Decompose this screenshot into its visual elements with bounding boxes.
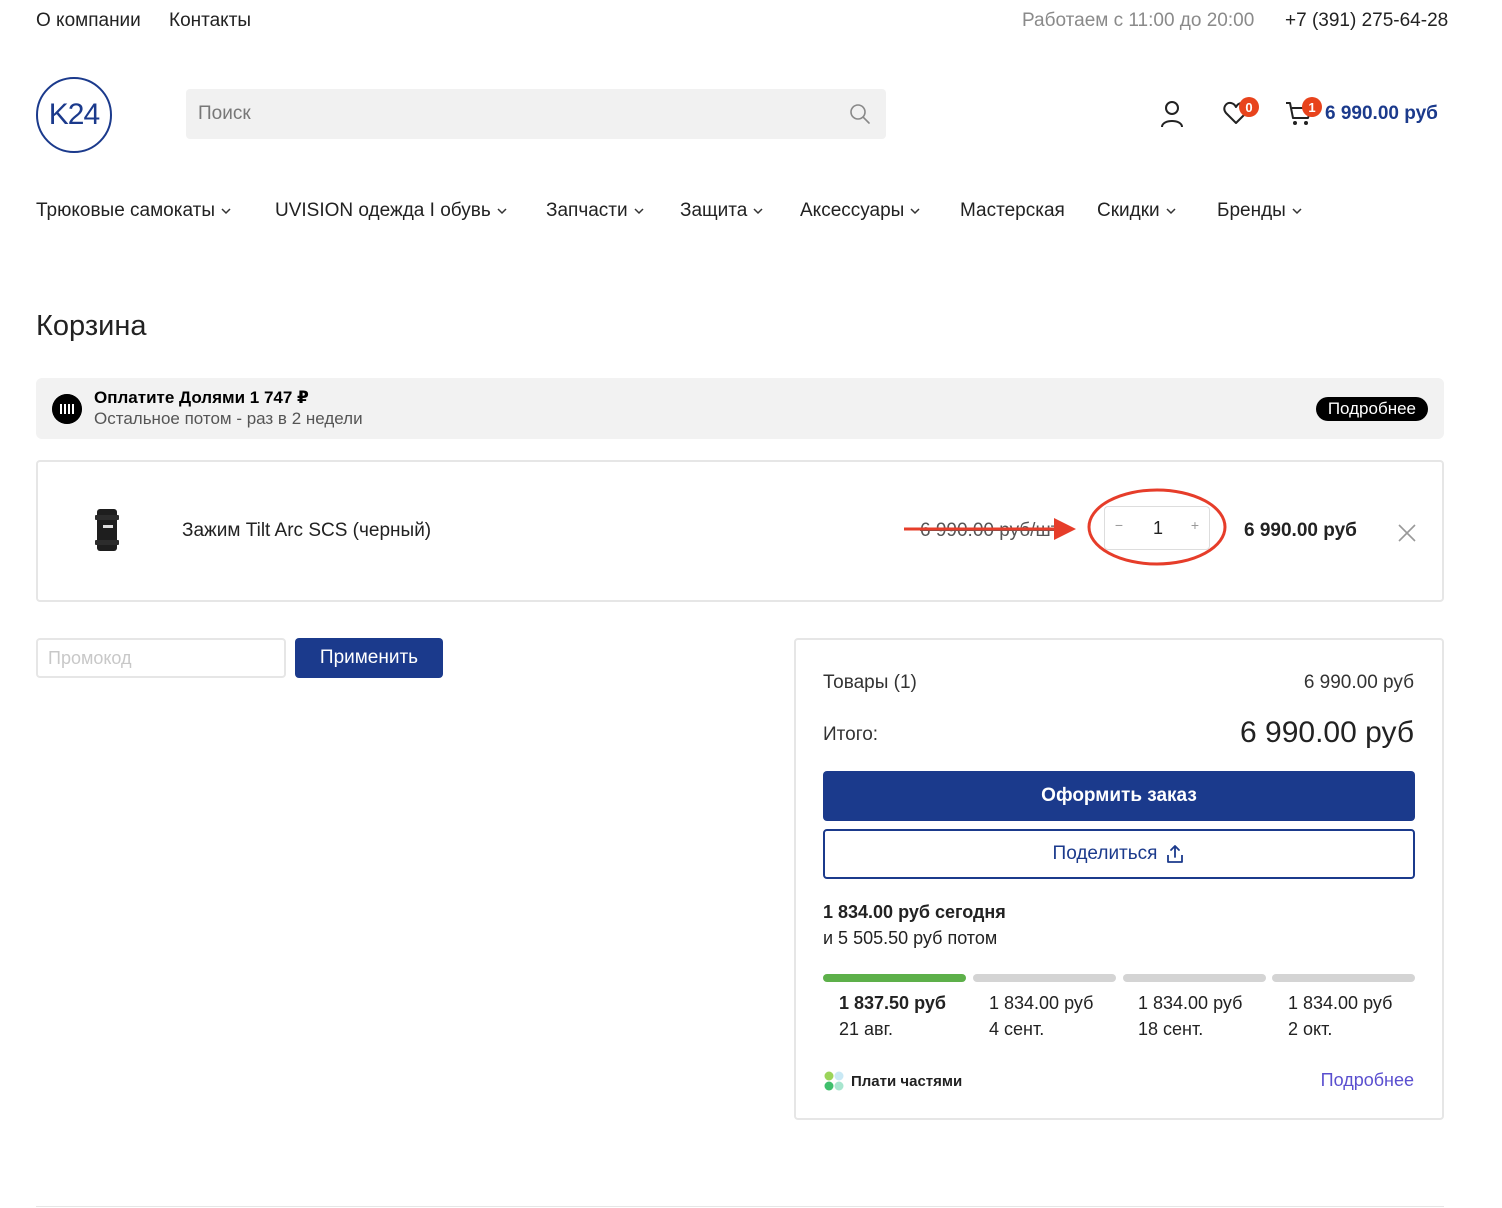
goods-value: 6 990.00 руб [1303, 672, 1414, 693]
search-input[interactable] [186, 89, 826, 139]
menu-item-protection[interactable]: Защита [680, 200, 763, 222]
installment-amount-3: 1 834.00 руб [1138, 993, 1243, 1013]
quantity-decrease-button[interactable]: − [1109, 517, 1129, 533]
chevron-down-icon [1292, 208, 1302, 215]
checkout-button[interactable]: Оформить заказ [823, 771, 1415, 821]
search-icon[interactable] [848, 102, 872, 126]
cart-badge: 1 [1302, 97, 1322, 117]
installment-amount-4: 1 834.00 руб [1288, 993, 1393, 1013]
installment-date-1: 21 авг. [839, 1019, 893, 1039]
menu-item-brands[interactable]: Бренды [1217, 200, 1302, 222]
menu-item-label: Бренды [1217, 200, 1286, 221]
plati-chastyami-label: Плати частями [851, 1072, 963, 1090]
chevron-down-icon [910, 208, 920, 215]
dolyami-logo-icon [52, 394, 82, 424]
installment-bar-2 [973, 974, 1116, 982]
chevron-down-icon [634, 208, 644, 215]
plati-chastyami-logo-icon [824, 1071, 844, 1091]
menu-item-accessories[interactable]: Аксессуары [800, 200, 920, 222]
dolyami-subtitle: Остальное потом - раз в 2 недели [94, 409, 363, 428]
contacts-link[interactable]: Контакты [169, 10, 251, 32]
menu-item-label: Аксессуары [800, 200, 905, 221]
installment-amount-2: 1 834.00 руб [989, 993, 1094, 1013]
cart-total[interactable]: 6 990.00 руб [1325, 103, 1438, 125]
page-title: Корзина [36, 310, 147, 342]
pay-later: и 5 505.50 руб потом [823, 928, 998, 948]
total-label: Итого: [823, 724, 879, 745]
chevron-down-icon [497, 208, 507, 215]
menu-item-label: Трюковые самокаты [36, 200, 215, 221]
menu-item-parts[interactable]: Запчасти [546, 200, 644, 222]
cart-item: Зажим Tilt Arc SCS (черный) 6 990.00 руб… [36, 460, 1444, 602]
installment-amount-1: 1 837.50 руб [839, 993, 946, 1013]
share-button-label: Поделиться [1052, 843, 1158, 864]
menu-item-discounts[interactable]: Скидки [1097, 200, 1176, 222]
chevron-down-icon [221, 208, 231, 215]
menu-item-label: Мастерская [960, 200, 1065, 221]
share-icon [1167, 845, 1184, 863]
working-hours: Работаем с 11:00 до 20:00 [1022, 10, 1255, 31]
plati-chastyami: Плати частями [823, 1070, 962, 1092]
goods-label: Товары (1) [823, 672, 917, 693]
order-summary: Товары (1) 6 990.00 руб Итого: 6 990.00 … [794, 638, 1444, 1120]
menu-item-label: Скидки [1097, 200, 1160, 221]
promo-code-input[interactable] [36, 638, 286, 678]
quantity-increase-button[interactable]: + [1185, 517, 1205, 533]
dolyami-more-button[interactable]: Подробнее [1315, 397, 1428, 421]
pay-today: 1 834.00 руб сегодня [823, 902, 1006, 922]
product-thumbnail[interactable] [93, 507, 121, 553]
phone-link[interactable]: +7 (391) 275-64-28 [1285, 10, 1448, 32]
footer-divider [36, 1206, 1444, 1207]
menu-item-uvision[interactable]: UVISION одежда I обувь [275, 200, 507, 222]
quantity-stepper: − 1 + [1104, 506, 1210, 550]
share-button[interactable]: Поделиться [823, 829, 1415, 879]
remove-item-icon[interactable] [1396, 522, 1418, 544]
logo[interactable]: K24 [36, 77, 112, 153]
total-value: 6 990.00 руб [1240, 716, 1414, 749]
menu-item-workshop[interactable]: Мастерская [960, 200, 1065, 222]
dolyami-banner: Оплатите Долями 1 747 ₽ Остальное потом … [36, 378, 1444, 439]
dolyami-title: Оплатите Долями 1 747 ₽ [94, 388, 309, 407]
product-name[interactable]: Зажим Tilt Arc SCS (черный) [182, 520, 431, 542]
installment-bar-1 [823, 974, 966, 982]
menu-item-label: UVISION одежда I обувь [275, 200, 491, 221]
menu-item-label: Защита [680, 200, 748, 221]
installment-date-3: 18 сент. [1138, 1019, 1204, 1039]
installments-more-link[interactable]: Подробнее [1321, 1070, 1414, 1091]
unit-price: 6 990.00 руб/шт [920, 520, 1060, 541]
search-bar [186, 89, 886, 139]
installment-bar-3 [1123, 974, 1266, 982]
menu-item-scooters[interactable]: Трюковые самокаты [36, 200, 231, 222]
user-icon[interactable] [1160, 100, 1184, 128]
menu-item-label: Запчасти [546, 200, 628, 221]
installment-date-4: 2 окт. [1288, 1019, 1333, 1039]
apply-promo-button[interactable]: Применить [295, 638, 443, 678]
installment-date-2: 4 сент. [989, 1019, 1045, 1039]
about-link[interactable]: О компании [36, 10, 141, 32]
chevron-down-icon [1166, 208, 1176, 215]
quantity-input[interactable]: 1 [1135, 518, 1181, 539]
item-total-price: 6 990.00 руб [1244, 520, 1357, 541]
installment-bar-4 [1272, 974, 1415, 982]
favorites-badge: 0 [1239, 97, 1259, 117]
chevron-down-icon [753, 208, 763, 215]
